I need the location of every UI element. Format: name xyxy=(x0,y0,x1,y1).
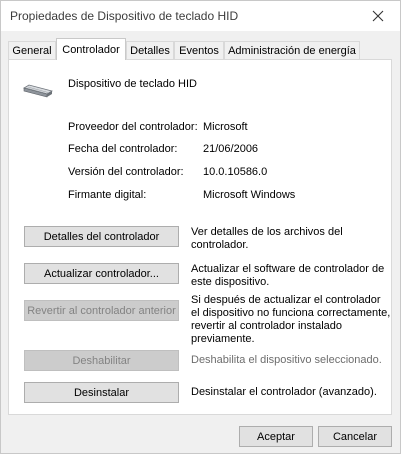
title-bar: Propiedades de Dispositivo de teclado HI… xyxy=(1,1,400,31)
provider-label: Proveedor del controlador: xyxy=(68,121,198,133)
tab-strip: General Controlador Detalles Eventos Adm… xyxy=(8,38,392,60)
signer-label: Firmante digital: xyxy=(68,189,147,201)
rollback-driver-button[interactable]: Revertir al controlador anterior xyxy=(24,300,179,321)
provider-value: Microsoft xyxy=(203,121,248,133)
update-driver-button[interactable]: Actualizar controlador... xyxy=(24,263,179,284)
keyboard-icon xyxy=(23,84,53,98)
date-value: 21/06/2006 xyxy=(203,143,259,155)
window-title: Propiedades de Dispositivo de teclado HI… xyxy=(10,9,239,23)
tab-administracion-energia[interactable]: Administración de energía xyxy=(224,41,360,59)
driver-details-description: Ver detalles de los archivos del control… xyxy=(191,226,343,251)
driver-tab-panel: Dispositivo de teclado HID Proveedor del… xyxy=(8,59,392,415)
tab-eventos[interactable]: Eventos xyxy=(174,41,224,59)
device-name: Dispositivo de teclado HID xyxy=(68,78,198,90)
ok-button[interactable]: Aceptar xyxy=(239,426,313,447)
date-label: Fecha del controlador: xyxy=(68,143,178,155)
version-label: Versión del controlador: xyxy=(68,166,184,178)
cancel-button[interactable]: Cancelar xyxy=(318,426,392,447)
disable-device-description: Deshabilita el dispositivo seleccionado. xyxy=(191,354,382,366)
properties-dialog: Propiedades de Dispositivo de teclado HI… xyxy=(0,0,401,454)
uninstall-driver-description: Desinstalar el controlador (avanzado). xyxy=(191,386,377,398)
rollback-driver-description: Si después de actualizar el controlador … xyxy=(191,294,391,345)
version-value: 10.0.10586.0 xyxy=(203,166,268,178)
close-icon xyxy=(372,10,384,22)
update-driver-description: Actualizar el software de controlador de… xyxy=(191,263,385,288)
uninstall-driver-button[interactable]: Desinstalar xyxy=(24,382,179,403)
disable-device-button[interactable]: Deshabilitar xyxy=(24,350,179,371)
signer-value: Microsoft Windows xyxy=(203,189,296,201)
tab-controlador[interactable]: Controlador xyxy=(56,38,126,60)
tab-general[interactable]: General xyxy=(8,41,56,59)
tab-detalles[interactable]: Detalles xyxy=(126,41,174,59)
close-button[interactable] xyxy=(358,1,398,31)
driver-details-button[interactable]: Detalles del controlador xyxy=(24,226,179,247)
